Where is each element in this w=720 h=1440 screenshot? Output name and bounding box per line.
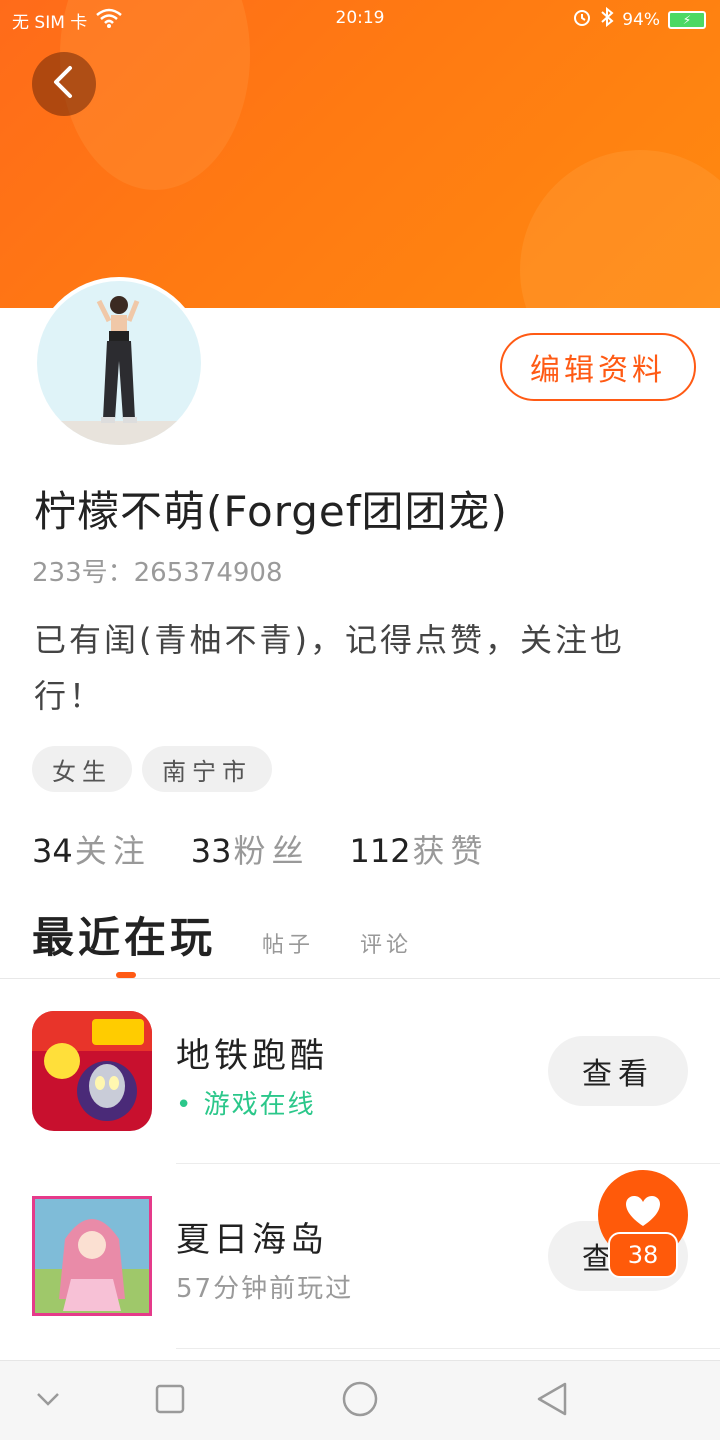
profile-header-banner [0,0,720,308]
nav-back-button[interactable] [532,1381,572,1421]
view-button[interactable]: 查看 [548,1036,688,1106]
alarm-icon [572,7,592,32]
battery-percent: 94% [622,9,660,30]
followers-count: 33 [190,832,232,870]
game-title: 夏日海岛 [176,1220,328,1260]
battery-icon: ⚡ [668,10,706,29]
profile-uid: 233号：265374908 [32,558,283,588]
nav-recents-button[interactable] [150,1381,190,1421]
online-dot-icon: • [176,1090,194,1120]
chevron-left-icon [50,64,78,104]
row-divider [176,1348,720,1349]
followers-label: 粉丝 [233,832,310,870]
system-nav-bar [0,1360,720,1440]
game-icon-summer-island [32,1196,152,1316]
heart-icon [624,1194,662,1232]
game-title: 地铁跑酷 [176,1036,328,1076]
avatar[interactable] [33,277,205,449]
following-count: 34 [32,832,73,870]
content-tabs: 最近在玩 帖子 评论 [32,904,412,965]
profile-bio: 已有闺(青柚不青)，记得点赞，关注也行！ [34,621,625,715]
nav-home-button[interactable] [340,1381,380,1421]
bluetooth-icon [600,6,614,32]
edit-profile-button[interactable]: 编辑资料 [500,333,696,401]
like-count-badge: 38 [608,1232,678,1278]
city-tag: 南宁市 [142,746,272,792]
game-icon-subway [32,1011,152,1131]
profile-tags: 女生 南宁市 [32,746,272,792]
game-status-text: 游戏在线 [203,1090,316,1120]
tab-posts[interactable]: 帖子 [262,927,314,959]
followers-stat[interactable]: 33 粉丝 [191,826,310,872]
likes-stat[interactable]: 112 获赞 [349,826,488,872]
profile-name: 柠檬不萌(Forgef团团宠) [34,487,508,536]
chevron-down-icon [35,1391,61,1411]
nav-hide-button[interactable] [28,1381,68,1421]
triangle-back-icon [535,1381,569,1421]
likes-label: 获赞 [412,832,489,870]
back-button[interactable] [32,52,96,116]
square-icon [154,1383,186,1419]
list-item[interactable]: 地铁跑酷 • 游戏在线 查看 [0,980,720,1164]
status-bar: 无 SIM 卡 20:19 94% ⚡ [0,0,720,36]
likes-count: 112 [349,832,411,870]
tab-comments[interactable]: 评论 [360,927,412,959]
circle-icon [341,1380,379,1422]
avatar-character-image [37,296,201,445]
tabs-divider [0,978,720,979]
tab-recent-play[interactable]: 最近在玩 [32,904,216,965]
following-stat[interactable]: 34 关注 [32,826,151,872]
game-last-played: 57分钟前玩过 [176,1274,354,1304]
following-label: 关注 [74,832,151,870]
profile-stats: 34 关注 33 粉丝 112 获赞 [32,826,489,872]
gender-tag: 女生 [32,746,132,792]
game-status: • 游戏在线 [176,1084,316,1121]
